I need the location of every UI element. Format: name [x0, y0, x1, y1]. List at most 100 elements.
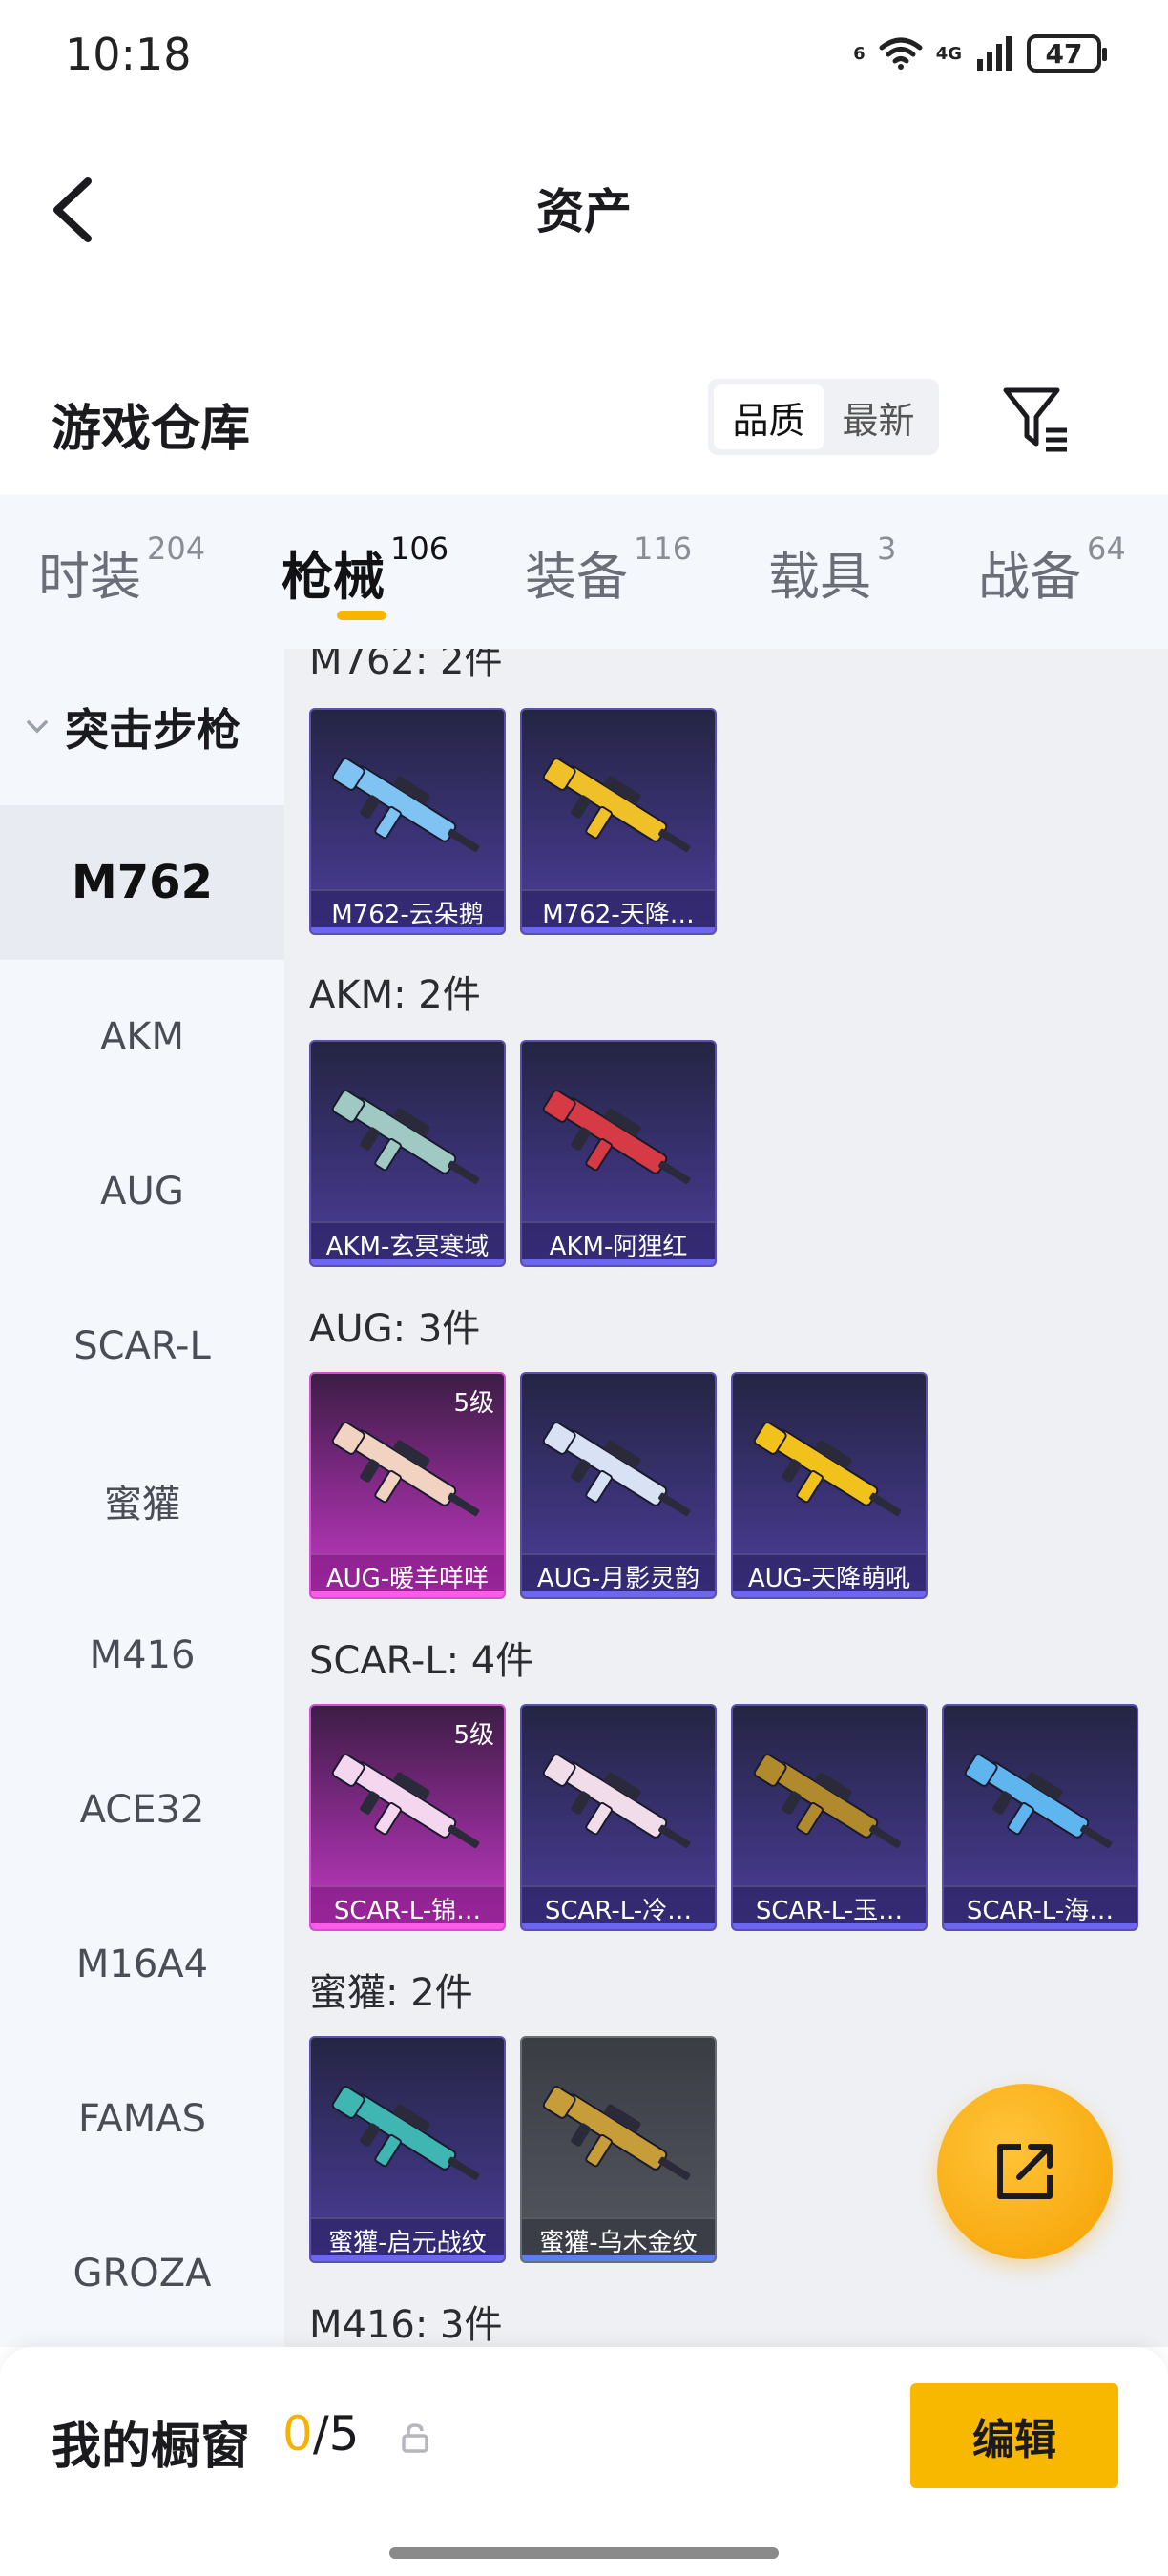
- showcase-count: 0/5: [282, 2406, 359, 2462]
- gun-image: [324, 1744, 494, 1868]
- page-title: 资产: [536, 184, 632, 239]
- sidebar-item-groza[interactable]: GROZA: [0, 2196, 284, 2347]
- sidebar-item-aug[interactable]: AUG: [0, 1114, 284, 1269]
- sidebar-item-akm[interactable]: AKM: [0, 960, 284, 1114]
- home-indicator[interactable]: [389, 2547, 779, 2559]
- gun-image: [324, 1412, 494, 1536]
- gun-image: [535, 2076, 705, 2200]
- sort-latest-button[interactable]: 最新: [824, 384, 933, 449]
- gun-image: [746, 1744, 916, 1868]
- skin-card[interactable]: AKM-玄冥寒域: [309, 1040, 506, 1267]
- tab-label: 载具: [768, 547, 871, 607]
- showcase-bar: 我的橱窗 0/5 编辑: [0, 2347, 1168, 2576]
- section-heading-aug: AUG: 3件: [309, 1307, 481, 1351]
- rarity-bar: [311, 1591, 504, 1597]
- gun-image: [535, 1080, 705, 1204]
- sidebar-item-m16a4[interactable]: M16A4: [0, 1887, 284, 2042]
- rarity-bar: [522, 1923, 715, 1929]
- tab-outfits[interactable]: 时装 204: [38, 494, 282, 649]
- warehouse-header: 游戏仓库 品质 最新: [0, 367, 1168, 472]
- tab-label: 装备: [525, 547, 628, 607]
- wifi-tag: 6: [853, 43, 866, 64]
- sort-toggle: 品质 最新: [708, 379, 939, 455]
- section-heading-honey-badger: 蜜獾: 2件: [309, 1971, 473, 2015]
- rarity-bar: [733, 1591, 926, 1597]
- rarity-bar: [733, 1923, 926, 1929]
- tab-label: 时装: [38, 547, 141, 607]
- tab-count: 3: [877, 530, 897, 567]
- skin-card[interactable]: 蜜獾-启元战纹: [309, 2036, 506, 2263]
- status-time: 10:18: [65, 29, 192, 80]
- skin-card[interactable]: SCAR-L-玉…: [731, 1704, 928, 1931]
- skin-card[interactable]: 蜜獾-乌木金纹: [520, 2036, 717, 2263]
- skin-card[interactable]: AUG-天降萌吼: [731, 1372, 928, 1599]
- section-heading-m762: M762: 2件: [309, 649, 503, 683]
- section-heading-scar-l: SCAR-L: 4件: [309, 1639, 534, 1683]
- edit-button[interactable]: 编辑: [910, 2383, 1118, 2488]
- level-badge: 5级: [453, 1721, 494, 1750]
- tab-label: 枪械: [282, 547, 385, 607]
- signal-icon: [977, 36, 1012, 71]
- warehouse-title: 游戏仓库: [52, 401, 251, 458]
- battery-icon: 47: [1027, 34, 1107, 73]
- skin-card[interactable]: AUG-月影灵韵: [520, 1372, 717, 1599]
- lock-icon: [402, 2423, 428, 2453]
- rarity-bar: [311, 927, 504, 933]
- tab-count: 116: [634, 530, 693, 567]
- rarity-bar: [311, 2255, 504, 2261]
- filter-icon: [1003, 387, 1067, 452]
- sort-quality-button[interactable]: 品质: [714, 384, 824, 449]
- weapon-type-sidebar: 突击步枪 M762 AKM AUG SCAR-L 蜜獾 M416 ACE32 M…: [0, 649, 284, 2347]
- rarity-bar: [522, 1591, 715, 1597]
- category-tabs: 时装 204 枪械 106 装备 116 载具 3 战备 64: [0, 494, 1168, 649]
- showcase-title: 我的橱窗: [52, 2419, 251, 2476]
- gun-image: [746, 1412, 916, 1536]
- status-icons: 6 4G 47: [853, 34, 1107, 73]
- gun-image: [324, 748, 494, 872]
- status-bar: 10:18 6 4G 47: [0, 0, 1168, 114]
- showcase-total: /5: [312, 2406, 360, 2462]
- showcase-current: 0: [282, 2406, 313, 2462]
- gun-image: [324, 1080, 494, 1204]
- tab-vehicles[interactable]: 载具 3: [768, 494, 978, 649]
- skin-card[interactable]: SCAR-L-海…: [942, 1704, 1138, 1931]
- skin-card[interactable]: 5级 AUG-暖羊咩咩: [309, 1372, 506, 1599]
- tab-equipment[interactable]: 装备 116: [525, 494, 768, 649]
- skin-card[interactable]: SCAR-L-冷…: [520, 1704, 717, 1931]
- sidebar-item-ace32[interactable]: ACE32: [0, 1733, 284, 1887]
- network-tag: 4G: [935, 43, 962, 64]
- tab-label: 战备: [978, 547, 1081, 607]
- tab-combat-gear[interactable]: 战备 64: [978, 494, 1168, 649]
- skin-card[interactable]: M762-云朵鹅: [309, 708, 506, 935]
- gun-image: [535, 748, 705, 872]
- tab-active-indicator: [337, 611, 386, 620]
- share-button[interactable]: [937, 2084, 1113, 2259]
- sidebar-item-famas[interactable]: FAMAS: [0, 2042, 284, 2196]
- wifi-icon: [879, 37, 923, 70]
- sidebar-item-honey-badger[interactable]: 蜜獾: [0, 1423, 284, 1578]
- gun-image: [957, 1744, 1127, 1868]
- gun-image: [535, 1412, 705, 1536]
- tab-firearms[interactable]: 枪械 106: [282, 494, 525, 649]
- chevron-down-icon: [27, 720, 48, 734]
- tab-count: 204: [147, 530, 206, 567]
- section-heading-akm: AKM: 2件: [309, 973, 481, 1017]
- rarity-bar: [522, 2255, 715, 2261]
- section-heading-m416: M416: 3件: [309, 2303, 503, 2347]
- sidebar-group-label: 突击步枪: [65, 704, 240, 756]
- nav-header: 资产: [0, 153, 1168, 258]
- filter-button[interactable]: [998, 381, 1074, 457]
- rarity-bar: [522, 927, 715, 933]
- sidebar-item-scar-l[interactable]: SCAR-L: [0, 1269, 284, 1423]
- sidebar-item-m762[interactable]: M762: [0, 805, 284, 960]
- skin-card[interactable]: M762-天降…: [520, 708, 717, 935]
- skin-card[interactable]: 5级 SCAR-L-锦…: [309, 1704, 506, 1931]
- tab-count: 106: [390, 530, 449, 567]
- sidebar-group-assault-rifles[interactable]: 突击步枪: [0, 649, 284, 805]
- gun-image: [324, 2076, 494, 2200]
- rarity-bar: [944, 1923, 1137, 1929]
- rarity-bar: [311, 1923, 504, 1929]
- gun-image: [535, 1744, 705, 1868]
- sidebar-item-m416[interactable]: M416: [0, 1578, 284, 1733]
- skin-card[interactable]: AKM-阿狸红: [520, 1040, 717, 1267]
